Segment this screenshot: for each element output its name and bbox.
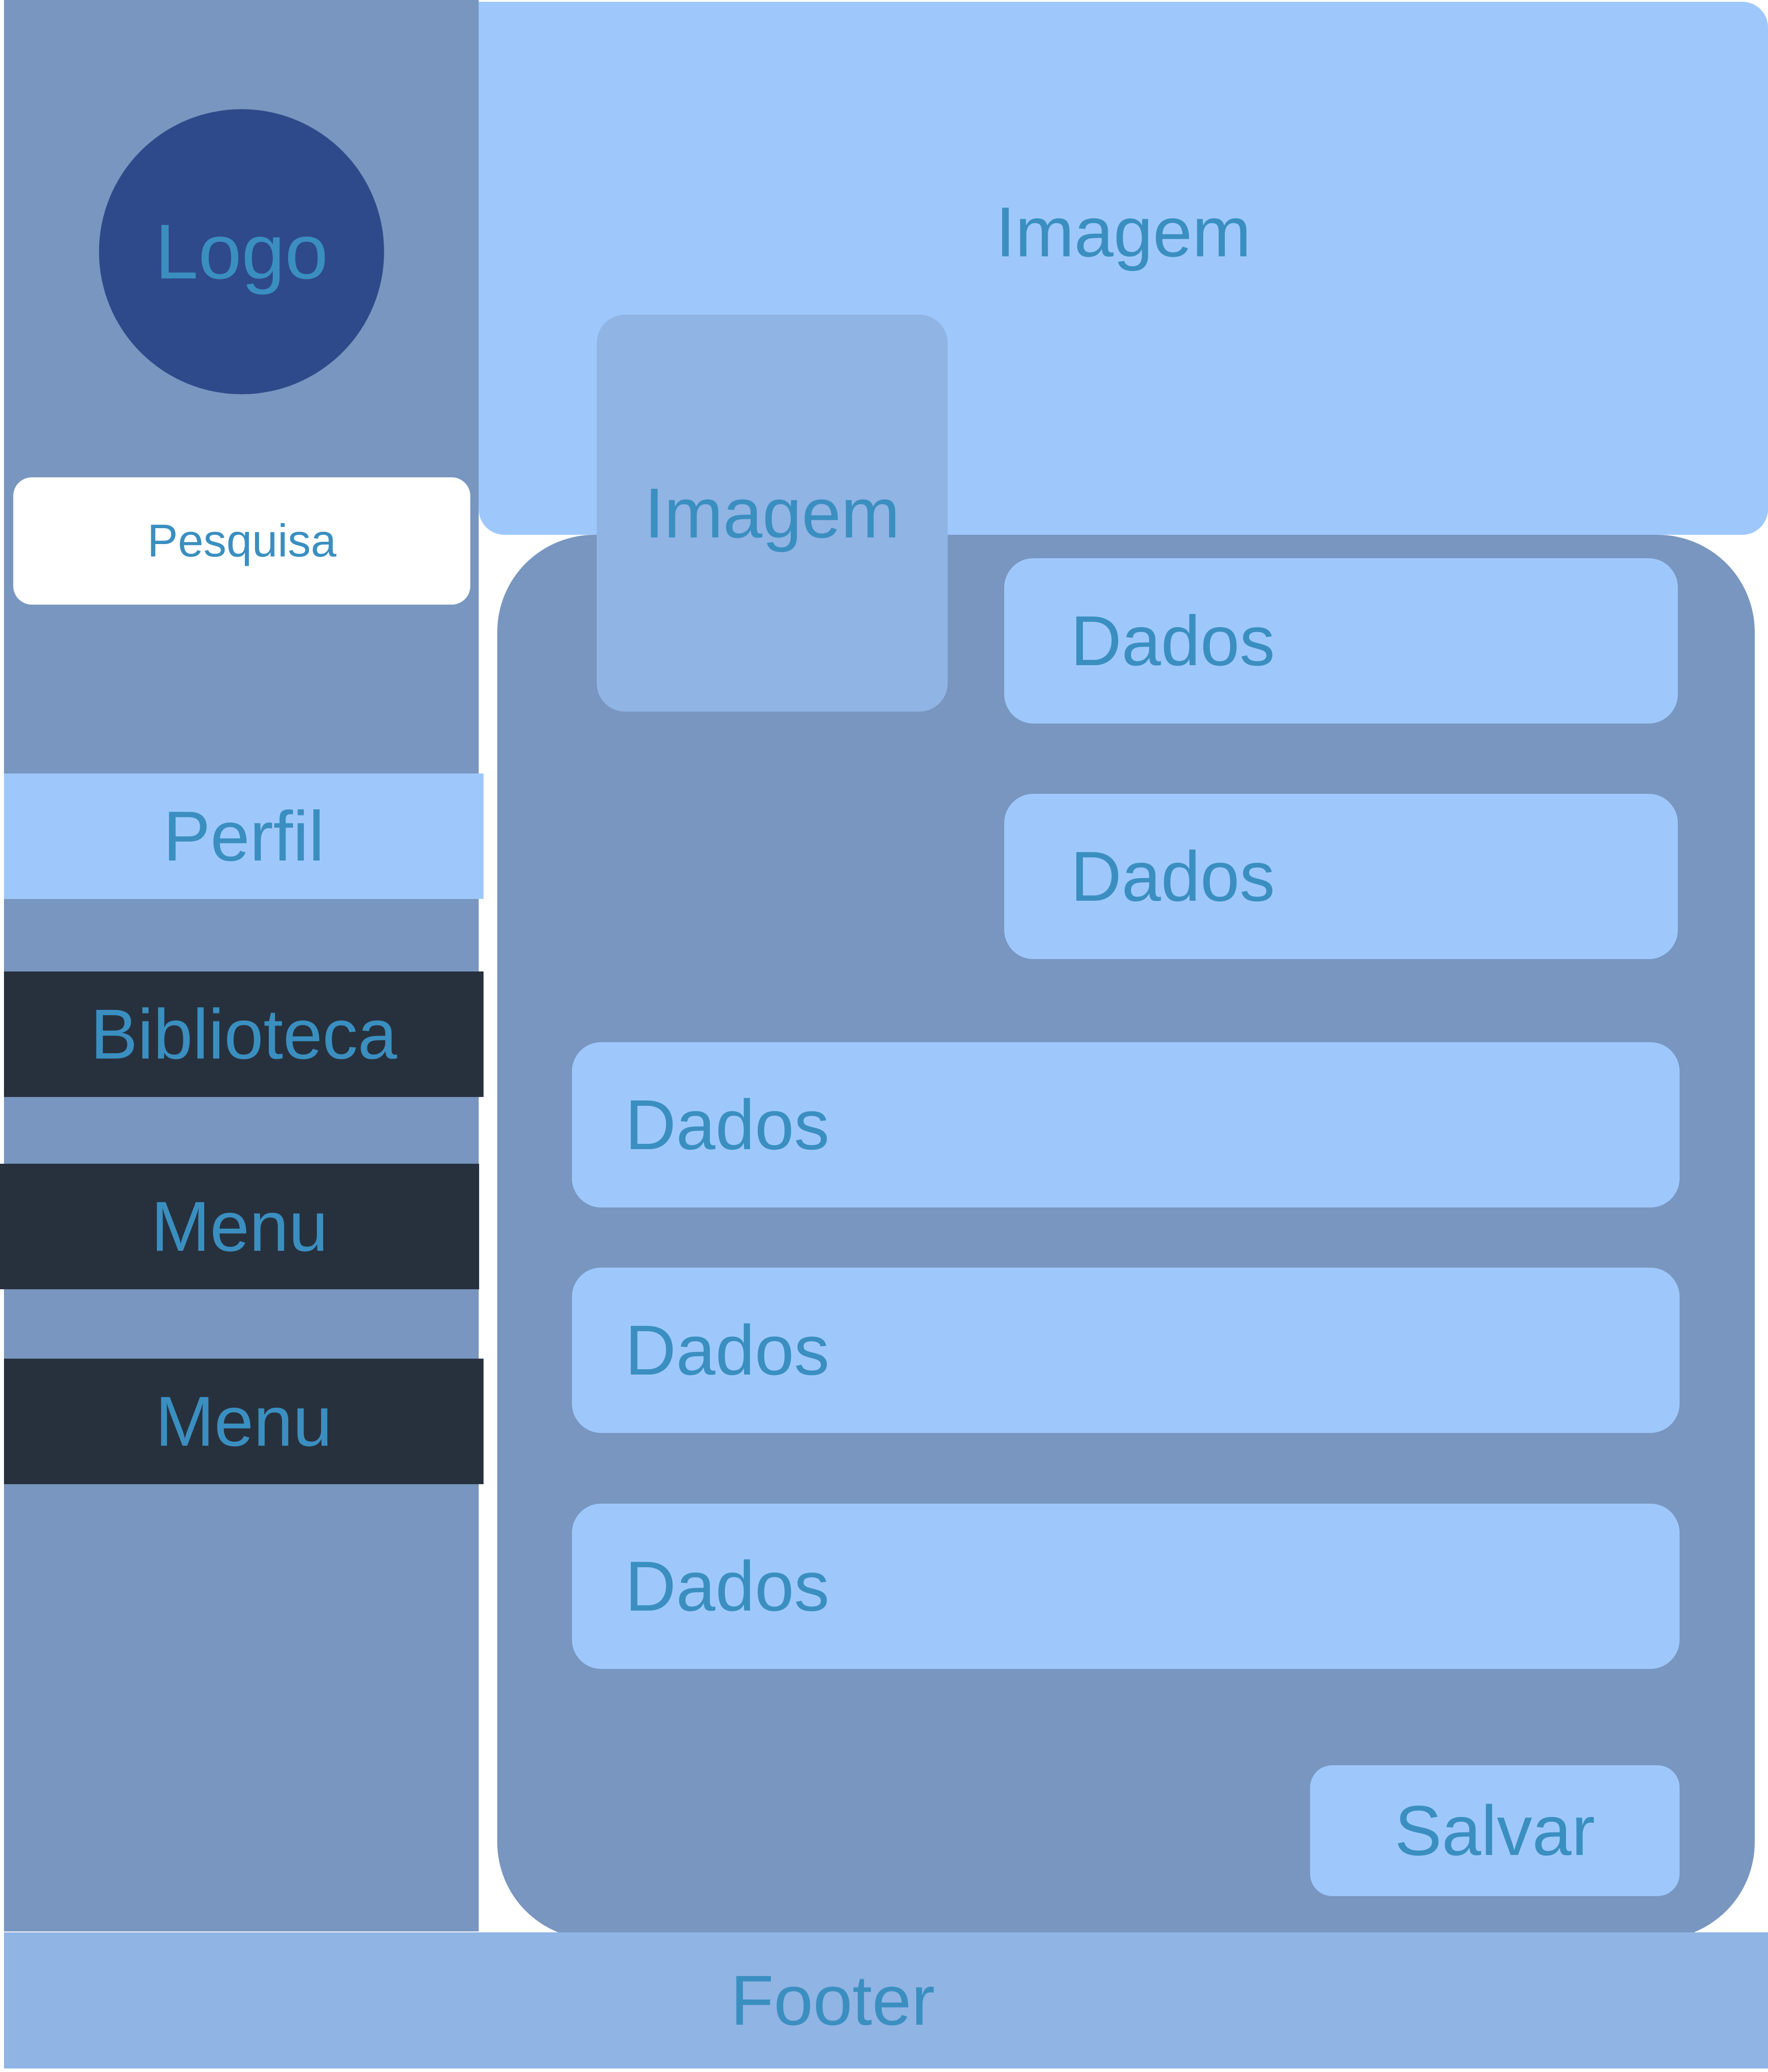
footer-label: Footer xyxy=(730,1961,935,2040)
sidebar-item-label: Menu xyxy=(155,1382,332,1461)
header-banner-label: Imagem xyxy=(995,192,1251,271)
sidebar-item-menu-2[interactable]: Menu xyxy=(4,1359,484,1484)
profile-image-label: Imagem xyxy=(644,473,900,552)
save-button-label: Salvar xyxy=(1395,1791,1595,1870)
data-field-label: Dados xyxy=(625,1085,830,1164)
header-banner-label-wrap: Imagem xyxy=(479,168,1768,296)
data-field-3[interactable]: Dados xyxy=(572,1042,1680,1207)
save-button[interactable]: Salvar xyxy=(1310,1765,1680,1896)
search-input[interactable]: Pesquisa xyxy=(13,477,470,605)
sidebar-item-biblioteca[interactable]: Biblioteca xyxy=(4,971,484,1097)
footer: Footer xyxy=(4,1932,1768,2068)
data-field-label: Dados xyxy=(1071,601,1275,680)
sidebar-item-menu-1[interactable]: Menu xyxy=(0,1164,479,1289)
sidebar-item-label: Perfil xyxy=(163,796,324,876)
profile-image: Imagem xyxy=(597,315,948,712)
main-card xyxy=(497,535,1755,1939)
data-field-label: Dados xyxy=(625,1310,830,1390)
data-field-4[interactable]: Dados xyxy=(572,1268,1680,1433)
search-label: Pesquisa xyxy=(147,515,336,567)
logo-label: Logo xyxy=(155,208,328,295)
data-field-label: Dados xyxy=(1071,837,1275,916)
data-field-1[interactable]: Dados xyxy=(1004,558,1678,724)
sidebar-item-perfil[interactable]: Perfil xyxy=(4,773,484,899)
sidebar-item-label: Biblioteca xyxy=(90,994,397,1074)
data-field-2[interactable]: Dados xyxy=(1004,794,1678,959)
logo[interactable]: Logo xyxy=(99,109,384,394)
data-field-label: Dados xyxy=(625,1546,830,1626)
sidebar-item-label: Menu xyxy=(151,1187,328,1266)
footer-label-wrap: Footer xyxy=(667,1932,998,2068)
data-field-5[interactable]: Dados xyxy=(572,1504,1680,1669)
